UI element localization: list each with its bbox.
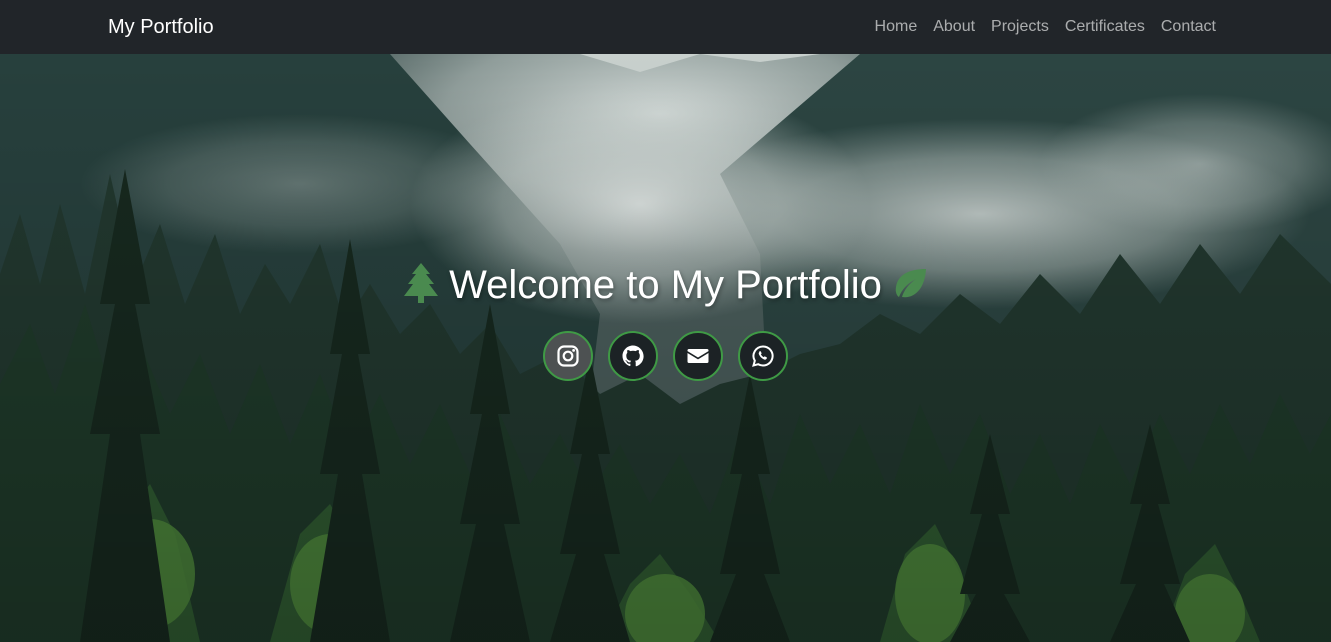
brand-logo-link[interactable]: My Portfolio — [108, 16, 214, 39]
envelope-icon — [687, 349, 709, 363]
instagram-icon — [557, 345, 579, 367]
hero-section: Welcome to My Portfolio — [0, 54, 1331, 642]
nav-link-about[interactable]: About — [933, 18, 975, 36]
whatsapp-icon — [752, 345, 774, 367]
hero-headline: Welcome to My Portfolio — [403, 262, 928, 309]
nav-link-home[interactable]: Home — [875, 18, 918, 36]
nav-link-contact[interactable]: Contact — [1161, 18, 1216, 36]
instagram-link[interactable] — [543, 331, 593, 381]
social-links — [543, 331, 788, 381]
nav-links: Home About Projects Certificates Contact — [875, 18, 1216, 36]
hero-title: Welcome to My Portfolio — [449, 263, 882, 307]
leaf-icon — [892, 267, 928, 304]
nav-link-certificates[interactable]: Certificates — [1065, 18, 1145, 36]
tree-icon — [403, 262, 439, 309]
whatsapp-link[interactable] — [738, 331, 788, 381]
nav-link-projects[interactable]: Projects — [991, 18, 1049, 36]
navbar: My Portfolio Home About Projects Certifi… — [0, 0, 1331, 54]
hero-content: Welcome to My Portfolio — [0, 262, 1331, 381]
github-link[interactable] — [608, 331, 658, 381]
github-icon — [622, 345, 644, 367]
email-link[interactable] — [673, 331, 723, 381]
